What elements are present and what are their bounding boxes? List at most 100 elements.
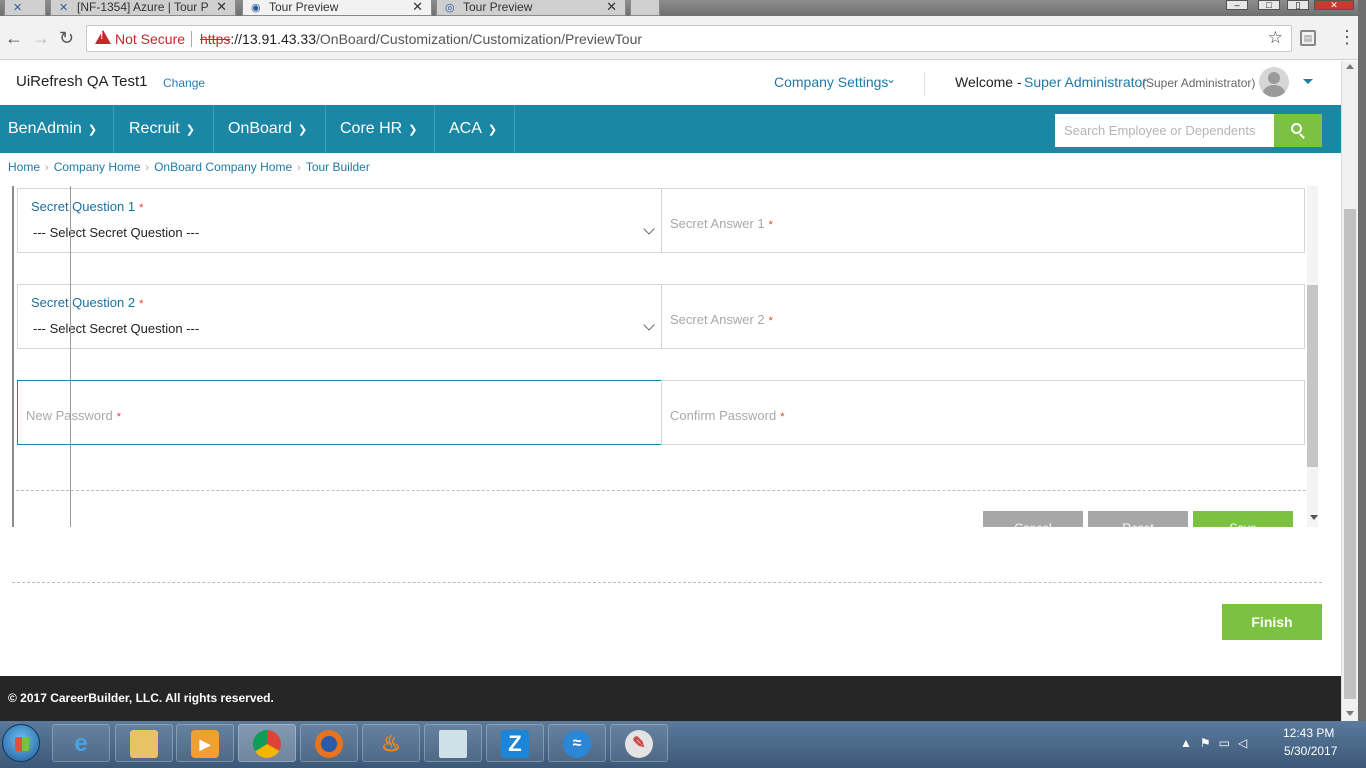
- chevron-down-icon: [643, 223, 655, 235]
- tour-highlight-edge: [70, 186, 71, 527]
- chevron-down-icon: ❯: [408, 124, 418, 136]
- extension-icon[interactable]: ▤: [1300, 30, 1316, 46]
- select-value: --- Select Secret Question ---: [33, 225, 200, 240]
- flag-icon: ⚑: [1199, 736, 1219, 750]
- welcome-text: Welcome -: [955, 74, 1022, 90]
- taskbar-app-flame[interactable]: ♨: [362, 724, 420, 762]
- reload-icon[interactable]: ↻: [59, 28, 74, 48]
- preview-scrollbar[interactable]: [1307, 186, 1318, 527]
- avatar[interactable]: [1259, 67, 1289, 97]
- app-logo-icon: ✕: [59, 2, 69, 14]
- field-label: Secret Answer 2 *: [670, 312, 773, 327]
- secret-answer-1-field[interactable]: Secret Answer 1 *: [661, 188, 1305, 253]
- taskbar-app-media[interactable]: ▶: [176, 724, 234, 762]
- finish-button[interactable]: Finish: [1222, 604, 1322, 640]
- breadcrumb-home[interactable]: Home: [8, 160, 40, 174]
- scrollbar-thumb[interactable]: [1307, 285, 1318, 467]
- browser-tab-2[interactable]: ✕ [NF-1354] Azure | Tour P ✕: [50, 0, 236, 16]
- select-value: --- Select Secret Question ---: [33, 321, 200, 336]
- caret-down-icon[interactable]: [1303, 79, 1313, 84]
- breadcrumb-tour-builder[interactable]: Tour Builder: [306, 160, 370, 174]
- browser-tab-1[interactable]: ✕: [4, 0, 46, 16]
- cancel-button[interactable]: Cancel: [983, 511, 1083, 527]
- minimize-button[interactable]: –: [1226, 0, 1248, 10]
- change-client-link[interactable]: Change: [163, 76, 205, 90]
- restore-button[interactable]: □: [1258, 0, 1280, 10]
- breadcrumb-onboard-company-home[interactable]: OnBoard Company Home: [154, 160, 292, 174]
- field-label: Secret Answer 1 *: [670, 216, 773, 231]
- windows-logo-icon: [15, 737, 29, 751]
- firefox-icon: [315, 730, 343, 758]
- scroll-down-icon[interactable]: [1310, 515, 1318, 520]
- secret-answer-2-field[interactable]: Secret Answer 2 *: [661, 284, 1305, 349]
- close-icon[interactable]: ✕: [606, 0, 617, 14]
- start-button[interactable]: [2, 724, 40, 762]
- form-row: Secret Question 1 * --- Select Secret Que…: [17, 188, 1305, 253]
- url-scheme: https: [200, 31, 231, 47]
- browser-tab-3[interactable]: ◉ Tour Preview ✕: [242, 0, 432, 16]
- nav-item-benadmin[interactable]: BenAdmin ❯: [0, 105, 114, 153]
- window-close-button[interactable]: ✕: [1314, 0, 1354, 10]
- clock-date[interactable]: 5/30/2017: [1284, 744, 1337, 758]
- new-tab-button[interactable]: [630, 0, 660, 16]
- taskbar-app-explorer[interactable]: [115, 724, 173, 762]
- internet-explorer-icon: e: [74, 730, 88, 757]
- nav-item-aca[interactable]: ACA ❯: [435, 105, 515, 153]
- nav-item-onboard[interactable]: OnBoard ❯: [214, 105, 326, 153]
- taskbar-app-ie[interactable]: e: [52, 724, 110, 762]
- bookmark-star-icon[interactable]: ☆: [1268, 28, 1283, 48]
- chevron-right-icon: ›: [297, 162, 301, 174]
- system-tray[interactable]: ▲⚑▭◁: [1180, 736, 1255, 750]
- taskbar-app-notes[interactable]: [424, 724, 482, 762]
- taskbar-app-chrome[interactable]: [238, 724, 296, 762]
- profile-button[interactable]: ▯: [1287, 0, 1309, 10]
- taskbar-app-z[interactable]: Z: [486, 724, 544, 762]
- chrome-icon: [253, 730, 281, 758]
- form-row: Secret Question 2 * --- Select Secret Que…: [17, 284, 1305, 349]
- browser-tab-4[interactable]: ◎ Tour Preview ✕: [436, 0, 626, 16]
- close-icon[interactable]: ✕: [216, 0, 227, 14]
- clock-time[interactable]: 12:43 PM: [1283, 726, 1334, 740]
- reset-button[interactable]: Reset: [1088, 511, 1188, 527]
- browser-menu-icon[interactable]: ⋮: [1338, 27, 1356, 47]
- employee-search-input[interactable]: [1055, 114, 1275, 147]
- nav-item-core-hr[interactable]: Core HR ❯: [326, 105, 435, 153]
- tour-preview-pane: Secret Question 1 * --- Select Secret Que…: [12, 186, 1318, 527]
- folder-icon: [130, 730, 158, 758]
- company-settings-menu[interactable]: Company Settings: [774, 74, 888, 90]
- scrollbar-thumb[interactable]: [1344, 209, 1356, 699]
- taskbar: e ▶ ♨ Z ≈ ✎ ▲⚑▭◁ 12:43 PM 5/30/2017: [0, 721, 1366, 768]
- back-icon[interactable]: ←: [5, 28, 23, 48]
- browser-tab-strip: ✕ ✕ [NF-1354] Azure | Tour P ✕ ◉ Tour Pr…: [0, 0, 1366, 16]
- breadcrumb-company-home[interactable]: Company Home: [54, 160, 141, 174]
- save-button[interactable]: Save: [1193, 511, 1293, 527]
- nav-item-recruit[interactable]: Recruit ❯: [114, 105, 214, 153]
- app-logo-icon: ✕: [13, 2, 23, 14]
- client-name: UiRefresh QA Test1: [16, 73, 148, 90]
- taskbar-app-paint[interactable]: ✎: [610, 724, 668, 762]
- page-scrollbar[interactable]: [1341, 61, 1358, 721]
- scroll-down-icon[interactable]: [1346, 711, 1354, 716]
- url-path: /OnBoard/Customization/Customization/Pre…: [316, 31, 643, 47]
- taskbar-app-bird[interactable]: ≈: [548, 724, 606, 762]
- chevron-right-icon: ›: [145, 162, 150, 174]
- url-input[interactable]: ! Not Secure https://13.91.43.33/OnBoard…: [86, 25, 1292, 52]
- secret-question-1-select[interactable]: Secret Question 1 * --- Select Secret Que…: [17, 188, 662, 253]
- confirm-password-field[interactable]: Confirm Password *: [661, 380, 1305, 445]
- chevron-down-icon: ❯: [185, 124, 195, 136]
- taskbar-app-firefox[interactable]: [300, 724, 358, 762]
- user-name[interactable]: Super Administrator: [1024, 74, 1147, 90]
- chevron-right-icon: ›: [45, 162, 49, 174]
- search-button[interactable]: [1274, 114, 1322, 147]
- scroll-up-icon[interactable]: [1346, 64, 1354, 69]
- chevron-down-icon[interactable]: ⌄: [886, 72, 896, 86]
- security-indicator[interactable]: Not Secure: [115, 31, 185, 47]
- field-label: Secret Question 2 *: [31, 295, 144, 310]
- secret-question-2-select[interactable]: Secret Question 2 * --- Select Secret Que…: [17, 284, 662, 349]
- forward-icon[interactable]: →: [32, 28, 50, 48]
- close-icon[interactable]: ✕: [412, 0, 423, 14]
- footer: © 2017 CareerBuilder, LLC. All rights re…: [0, 676, 1341, 721]
- new-password-field[interactable]: New Password *: [17, 380, 662, 445]
- flame-icon: ♨: [381, 731, 401, 756]
- chevron-down-icon: ❯: [87, 124, 98, 136]
